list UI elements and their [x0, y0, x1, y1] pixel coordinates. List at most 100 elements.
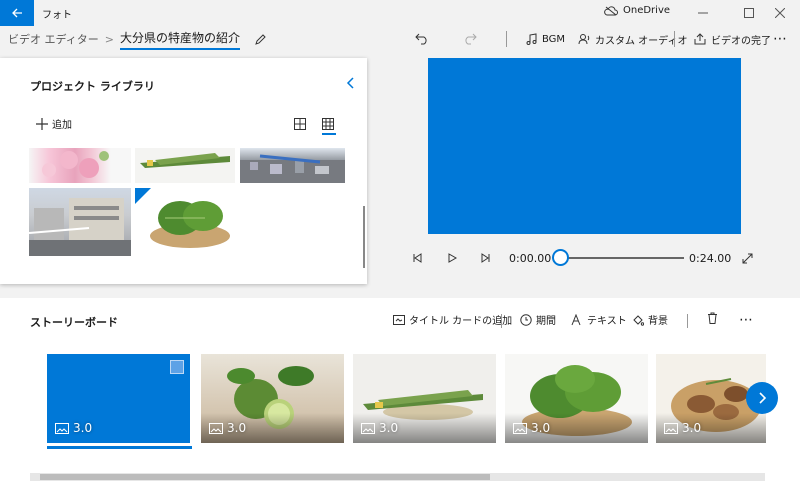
onedrive-status[interactable]: OneDrive [604, 5, 670, 16]
clip-duration: 3.0 [513, 421, 550, 435]
redo-icon [465, 33, 477, 45]
undo-button[interactable] [415, 28, 429, 50]
library-thumb-pink-flowers[interactable] [29, 148, 131, 183]
back-arrow-icon [12, 8, 22, 18]
redo-button[interactable] [463, 28, 477, 50]
image-icon [513, 422, 527, 434]
clip-duration-value: 3.0 [227, 421, 247, 435]
paint-bucket-icon [633, 314, 644, 326]
finish-video-label: ビデオの完了 [711, 35, 771, 47]
breadcrumb: ビデオ エディター > 大分県の特産物の紹介 [8, 28, 267, 50]
library-thumb-city-view[interactable] [240, 148, 345, 183]
video-preview[interactable] [428, 58, 741, 234]
onedrive-label: OneDrive [623, 5, 671, 16]
background-label: 背景 [648, 316, 668, 327]
storyboard-title: ストーリーボード [30, 316, 118, 329]
text-label: テキスト [587, 316, 627, 327]
back-button[interactable] [0, 0, 34, 26]
delete-button[interactable] [707, 312, 718, 324]
text-button[interactable]: テキスト [571, 312, 627, 327]
custom-audio-button[interactable]: カスタム オーディオ [578, 28, 687, 50]
close-icon [775, 8, 785, 18]
selected-clip-indicator [47, 446, 192, 449]
add-title-card-button[interactable]: タイトル カードの追加 [393, 312, 512, 327]
bgm-label: BGM [542, 33, 566, 45]
grid-small-icon [322, 118, 334, 130]
duration-button[interactable]: 期間 [520, 312, 556, 327]
finish-video-button[interactable]: ビデオの完了 [694, 28, 771, 50]
storyboard-divider [687, 314, 688, 328]
step-back-icon [413, 253, 422, 263]
clip-duration: 3.0 [664, 421, 701, 435]
clip-duration-value: 3.0 [73, 421, 93, 435]
title-card-icon [393, 314, 405, 325]
breadcrumb-parent[interactable]: ビデオ エディター [8, 31, 99, 47]
large-grid-view-button[interactable] [294, 118, 308, 132]
clip-duration-value: 3.0 [682, 421, 702, 435]
minimize-icon [698, 12, 708, 14]
add-title-card-label: タイトル カードの追加 [409, 316, 513, 327]
text-icon [571, 313, 581, 325]
current-time: 0:00.00 [509, 251, 552, 265]
clock-icon [520, 313, 532, 326]
seek-handle[interactable] [552, 249, 569, 266]
bgm-button[interactable]: BGM [526, 28, 565, 50]
clip-select-checkbox[interactable] [170, 360, 184, 374]
library-thumb-grass-bundle[interactable] [135, 148, 235, 183]
expand-icon [742, 253, 753, 263]
app-title: フォト [42, 10, 72, 21]
image-icon [664, 422, 678, 434]
duration-label: 期間 [536, 316, 556, 327]
library-scrollbar[interactable] [363, 206, 365, 268]
minimize-button[interactable] [683, 0, 723, 26]
breadcrumb-separator: > [104, 32, 114, 46]
clip-duration: 3.0 [55, 421, 92, 435]
storyboard-clip[interactable]: 3.0 [353, 354, 496, 443]
clip-duration: 3.0 [361, 421, 398, 435]
leaves-shape [135, 188, 230, 248]
previous-frame-button[interactable] [412, 248, 422, 268]
storyboard-next-button[interactable] [746, 382, 778, 414]
add-label: 追加 [52, 120, 72, 131]
library-thumb-green-leaves[interactable] [135, 188, 237, 256]
clip-duration: 3.0 [209, 421, 246, 435]
person-audio-icon [578, 34, 590, 45]
play-button[interactable] [447, 248, 457, 268]
play-icon [448, 253, 457, 263]
city-shape [240, 154, 345, 183]
building-shape [29, 198, 131, 256]
pencil-icon[interactable] [254, 33, 267, 46]
cloud-off-icon [604, 5, 618, 15]
storyboard-clip[interactable]: 3.0 [505, 354, 648, 443]
small-grid-view-button[interactable] [322, 118, 336, 135]
add-media-button[interactable]: 追加 [36, 116, 72, 131]
chevron-right-icon [759, 392, 767, 404]
project-library-panel: プロジェクト ライブラリ 追加 [0, 58, 367, 284]
storyboard-clip[interactable]: 3.0 [201, 354, 344, 443]
music-note-icon [526, 33, 537, 45]
toolbar-divider [506, 31, 507, 47]
storyboard-divider [501, 314, 502, 328]
storyboard-more-button[interactable]: ⋯ [739, 312, 753, 328]
storyboard-scrollbar-thumb[interactable] [40, 474, 490, 480]
library-thumb-building-street[interactable] [29, 188, 131, 256]
undo-icon [415, 33, 427, 45]
image-icon [55, 422, 69, 434]
background-button[interactable]: 背景 [632, 312, 668, 327]
storyboard-clip[interactable]: 3.0 [47, 354, 190, 443]
grass-shape [140, 153, 230, 168]
seek-track[interactable] [556, 257, 684, 259]
breadcrumb-current[interactable]: 大分県の特産物の紹介 [119, 29, 240, 50]
more-options-button[interactable]: ⋯ [773, 28, 787, 50]
image-icon [361, 422, 375, 434]
library-title: プロジェクト ライブラリ [30, 80, 155, 93]
next-frame-button[interactable] [481, 248, 491, 268]
storyboard-panel: ストーリーボード タイトル カードの追加 期間 テキスト 背景 ⋯ 3.0 3.… [0, 298, 800, 483]
maximize-icon [744, 8, 754, 18]
toolbar-divider [674, 31, 675, 47]
plus-icon [36, 117, 48, 130]
storyboard-scrollbar[interactable] [30, 473, 765, 481]
collapse-chevron-icon[interactable] [346, 76, 356, 90]
close-button[interactable] [760, 0, 800, 26]
fullscreen-button[interactable] [742, 248, 753, 268]
